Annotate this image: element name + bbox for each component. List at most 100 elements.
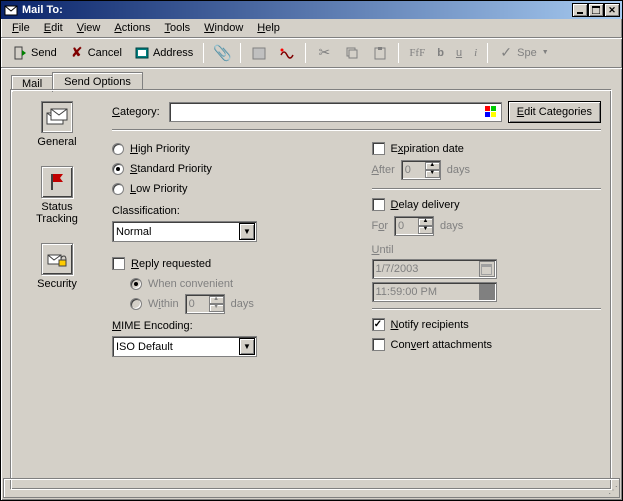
statusbar: ⋰ <box>3 478 620 498</box>
send-button[interactable]: Send <box>7 42 62 64</box>
minimize-button[interactable] <box>572 3 588 17</box>
within-days-spinner: 0▲▼ <box>185 294 225 314</box>
separator <box>305 43 306 63</box>
cancel-button[interactable]: ✘Cancel <box>64 42 127 64</box>
category-picker-icon[interactable] <box>483 104 499 120</box>
expiration-days-spinner: 0▲▼ <box>401 160 441 180</box>
spellcheck-button[interactable]: ✓Spe▼ <box>493 42 554 64</box>
chevron-down-icon[interactable]: ▼ <box>239 223 255 240</box>
after-label: After <box>372 164 395 176</box>
menubar: File Edit View Actions Tools Window Help <box>1 19 622 38</box>
classification-label: Classification: <box>112 205 342 217</box>
italic-button[interactable]: i <box>469 42 482 64</box>
window-title: Mail To: <box>19 4 572 16</box>
nav-label: General <box>22 136 92 148</box>
toolbar: Send ✘Cancel Address 📎 ✂ FfF b u i ✓Spe▼ <box>1 38 622 68</box>
paste-icon <box>372 45 388 61</box>
chevron-down-icon: ▼ <box>542 49 549 56</box>
radio-glyph <box>130 278 142 290</box>
checkbox-glyph <box>372 338 385 351</box>
sidenav: General Status Tracking Security <box>22 101 92 308</box>
envelopes-icon <box>41 101 73 133</box>
nav-label: Status Tracking <box>22 201 92 225</box>
category-label: Category: <box>112 106 169 118</box>
tool-sig-button[interactable] <box>274 42 300 64</box>
check-notify-recipients[interactable]: Notify recipients <box>372 316 602 333</box>
clock-icon <box>479 284 495 300</box>
until-label: Until <box>372 244 602 256</box>
nav-label: Security <box>22 278 92 290</box>
check-expiration[interactable]: Expiration date <box>372 140 602 157</box>
radio-glyph <box>112 163 124 175</box>
divider <box>372 188 602 190</box>
copy-icon <box>344 45 360 61</box>
close-button[interactable]: ✕ <box>604 3 620 17</box>
chevron-down-icon[interactable]: ▼ <box>239 338 255 355</box>
mime-label: MIME Encoding: <box>112 320 342 332</box>
until-date-input: 1/7/2003 <box>372 259 497 279</box>
nav-security[interactable]: Security <box>22 243 92 290</box>
check-reply-requested[interactable]: Reply requested <box>112 255 342 272</box>
tab-send-options[interactable]: Send Options <box>52 72 143 91</box>
bold-button[interactable]: b <box>432 42 449 64</box>
cut-button[interactable]: ✂ <box>311 42 337 64</box>
menu-actions[interactable]: Actions <box>107 20 157 36</box>
copy-button[interactable] <box>339 42 365 64</box>
bold-icon: b <box>437 47 444 59</box>
checkbox-glyph <box>112 257 125 270</box>
paste-button[interactable] <box>367 42 393 64</box>
nav-general[interactable]: General <box>22 101 92 148</box>
mail-window: Mail To: ✕ File Edit View Actions Tools … <box>0 0 623 501</box>
divider <box>372 308 602 310</box>
radio-glyph <box>112 143 124 155</box>
classification-select[interactable]: Normal ▼ <box>112 221 257 242</box>
lock-icon <box>41 243 73 275</box>
checkbox-glyph <box>372 318 385 331</box>
check-convert-attachments[interactable]: Convert attachments <box>372 336 602 353</box>
menu-window[interactable]: Window <box>197 20 250 36</box>
delay-days-spinner: 0▲▼ <box>394 216 434 236</box>
radio-when-convenient: When convenient <box>130 275 342 292</box>
for-label: For <box>372 220 389 232</box>
separator <box>398 43 399 63</box>
send-options-panel: General Status Tracking Security Categor… <box>11 90 612 490</box>
font-button[interactable]: FfF <box>404 42 430 64</box>
signature-icon <box>279 45 295 61</box>
separator <box>203 43 204 63</box>
separator <box>240 43 241 63</box>
radio-standard-priority[interactable]: Standard Priority <box>112 160 342 177</box>
send-icon <box>12 45 28 61</box>
tabstrip: Mail Send Options <box>1 68 622 90</box>
radio-high-priority[interactable]: High Priority <box>112 140 342 157</box>
paperclip-icon: 📎 <box>214 45 230 61</box>
resize-grip-icon[interactable]: ⋰ <box>603 479 619 497</box>
address-button[interactable]: Address <box>129 42 198 64</box>
checkbox-glyph <box>372 198 385 211</box>
nav-status-tracking[interactable]: Status Tracking <box>22 166 92 225</box>
spellcheck-icon: ✓ <box>498 45 514 61</box>
category-input[interactable] <box>169 102 502 122</box>
separator <box>487 43 488 63</box>
menu-help[interactable]: Help <box>250 20 287 36</box>
mail-icon <box>3 2 19 18</box>
options-content: Category: Edit Categories High Priority … <box>112 101 601 357</box>
radio-glyph <box>112 183 124 195</box>
calendar-icon <box>251 45 267 61</box>
maximize-button[interactable] <box>588 3 604 17</box>
underline-button[interactable]: u <box>451 42 467 64</box>
radio-low-priority[interactable]: Low Priority <box>112 180 342 197</box>
check-delay-delivery[interactable]: Delay delivery <box>372 196 602 213</box>
menu-tools[interactable]: Tools <box>157 20 197 36</box>
flag-icon <box>41 166 73 198</box>
tool-cal-button[interactable] <box>246 42 272 64</box>
edit-categories-button[interactable]: Edit Categories <box>508 101 601 123</box>
radio-glyph <box>130 298 142 310</box>
calendar-icon <box>479 261 495 277</box>
menu-view[interactable]: View <box>70 20 108 36</box>
menu-file[interactable]: File <box>5 20 37 36</box>
titlebar[interactable]: Mail To: ✕ <box>1 1 622 19</box>
attach-button[interactable]: 📎 <box>209 42 235 64</box>
mime-select[interactable]: ISO Default ▼ <box>112 336 257 357</box>
menu-edit[interactable]: Edit <box>37 20 70 36</box>
underline-icon: u <box>456 47 462 59</box>
